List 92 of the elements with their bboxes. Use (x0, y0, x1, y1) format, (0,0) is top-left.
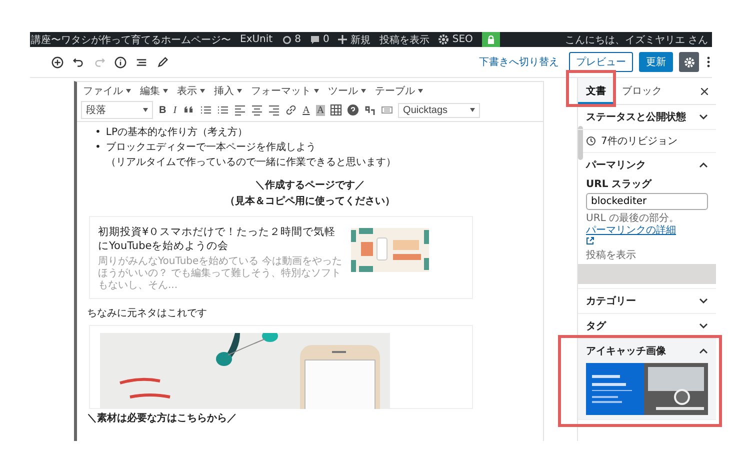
bullet-list-icon[interactable] (200, 104, 212, 116)
url-slug-field[interactable]: blockediter (586, 193, 708, 210)
text-color-button[interactable]: A (302, 104, 311, 116)
external-link-icon[interactable] (586, 237, 594, 245)
site-title-link[interactable]: 講座〜ワタシが作って育てるホームページ〜 (31, 32, 231, 46)
clock-icon (586, 136, 596, 146)
align-icon[interactable] (268, 104, 280, 116)
close-icon (701, 88, 708, 94)
revisions-link[interactable]: 7件のリビジョン (601, 134, 678, 148)
settings-icon (684, 56, 694, 68)
preview-button[interactable]: プレビュー (569, 52, 633, 72)
table-icon[interactable] (330, 104, 342, 116)
info-icon (114, 56, 127, 68)
menu-item[interactable]: 挿入 (214, 84, 242, 98)
plus-icon (338, 35, 348, 44)
italic-button[interactable]: I (172, 104, 178, 116)
switch-to-draft-link[interactable]: 下書きへ切り替え (475, 55, 563, 69)
card-excerpt: 周りがみんなYouTubeを始めている 今は動画をやったほうがいいの？ でも編集って難しそう、特別なソフトもないし、そん... (98, 256, 343, 292)
admin-bar-link[interactable]: 0 (322, 34, 330, 45)
panel-title[interactable]: アイキャッチ画像 (586, 344, 666, 358)
menu-item[interactable]: 編集 (140, 84, 168, 98)
menu-item[interactable]: ファイル (83, 84, 131, 98)
caret-icon (361, 89, 366, 93)
caret-icon (418, 89, 423, 93)
paragraph-text: ちなみに元ネタはこれです (87, 307, 208, 320)
chevron-up-icon[interactable] (699, 348, 708, 354)
special-character-icon[interactable] (364, 104, 376, 116)
plus-icon (51, 56, 64, 68)
note-text: （リアルタイムで作っているので一緒に作業できると思います） (106, 156, 396, 170)
caret-icon (200, 89, 205, 93)
admin-bar-link[interactable]: 新規 (350, 32, 370, 46)
bullet-mark: • (95, 141, 101, 155)
sidebar-tab[interactable]: ブロック (614, 78, 670, 104)
admin-bar-link[interactable]: SEO (452, 34, 473, 45)
chevron-down-icon[interactable] (699, 298, 708, 304)
align-icon[interactable] (250, 104, 263, 116)
link-icon[interactable] (284, 104, 297, 116)
caret-icon (314, 89, 319, 93)
scrollbar-thumb[interactable] (578, 126, 583, 160)
menu-item[interactable]: ツール (328, 84, 366, 98)
more-menu-icon[interactable] (707, 56, 710, 68)
background-color-button[interactable]: A (316, 104, 326, 116)
caret-icon (470, 108, 476, 112)
heading-text: ＼作成するページです／ (255, 178, 365, 193)
bold-button[interactable]: B (158, 104, 168, 116)
sidebar-tab[interactable]: 文書 (578, 78, 614, 104)
caret-icon (163, 89, 168, 93)
menu-item[interactable]: テーブル (375, 84, 423, 98)
pencil-icon (156, 56, 169, 68)
field-label: URL スラッグ (586, 178, 652, 191)
add-block-button[interactable] (50, 54, 65, 70)
card-title: 初期投資¥０スマホだけで！たった２時間で気軽にYouTubeを始めようの会 (98, 225, 337, 253)
help-text: URL の最後の部分。 パーマリンクの詳細 (586, 213, 680, 237)
lock-button[interactable] (482, 32, 500, 47)
menu-item[interactable]: フォーマット (251, 84, 319, 98)
caret-icon (237, 89, 242, 93)
settings-button[interactable] (679, 52, 699, 72)
greeting-link[interactable]: こんにちは、イズミヤリエ さん (564, 32, 712, 46)
heading-text: （見本＆コピペ用に使ってください） (225, 194, 395, 209)
list-item-text: ブロックエディターで一本ページを作成しよう (106, 140, 316, 155)
align-icon[interactable] (234, 104, 246, 116)
chevron-up-icon[interactable] (699, 162, 708, 168)
panel-title[interactable]: ステータスと公開状態 (586, 110, 686, 124)
panel-title[interactable]: カテゴリー (586, 294, 636, 308)
view-post-label: 投稿を表示 (586, 248, 636, 262)
redo-icon (93, 56, 106, 68)
admin-bar-link[interactable]: 8 (294, 34, 301, 45)
update-button[interactable]: 更新 (639, 52, 673, 72)
edit-button[interactable] (155, 54, 170, 70)
chevron-down-icon[interactable] (699, 323, 708, 329)
numbered-list-icon[interactable] (216, 104, 229, 116)
panel-title[interactable]: タグ (586, 319, 606, 333)
help-icon[interactable] (347, 104, 360, 116)
quicktags-dropdown[interactable]: Quicktags (398, 102, 480, 118)
caret-icon (126, 89, 131, 93)
bullet-mark: • (95, 126, 101, 140)
info-button[interactable] (113, 54, 128, 70)
caret-icon (143, 108, 148, 112)
admin-bar-link[interactable]: 投稿を表示 (379, 32, 430, 46)
heading-text: ＼素材は必要な方はこちらから／ (87, 411, 238, 425)
gear-icon (438, 34, 450, 45)
list-item-text: LPの基本的な作り方（考え方） (106, 126, 248, 140)
chevron-down-icon[interactable] (699, 114, 708, 120)
menu-item[interactable]: 表示 (177, 84, 205, 98)
permalink-details-link[interactable]: パーマリンクの詳細 (586, 225, 676, 236)
comment-icon (310, 34, 320, 44)
link-card[interactable]: 初期投資¥０スマホだけで！たった２時間で気軽にYouTubeを始めようの会 周りがみんなYouTubeを始めている 今は動画をやったほうがいいの？ でも編集って難しそう、特別なソフトもないし、そん... (89, 216, 473, 299)
lock-icon (486, 34, 495, 44)
undo-icon (72, 56, 85, 68)
panel-title[interactable]: パーマリンク (586, 158, 646, 172)
format-dropdown[interactable]: 段落 (81, 101, 153, 119)
admin-bar-link[interactable]: ExUnit (240, 34, 273, 45)
